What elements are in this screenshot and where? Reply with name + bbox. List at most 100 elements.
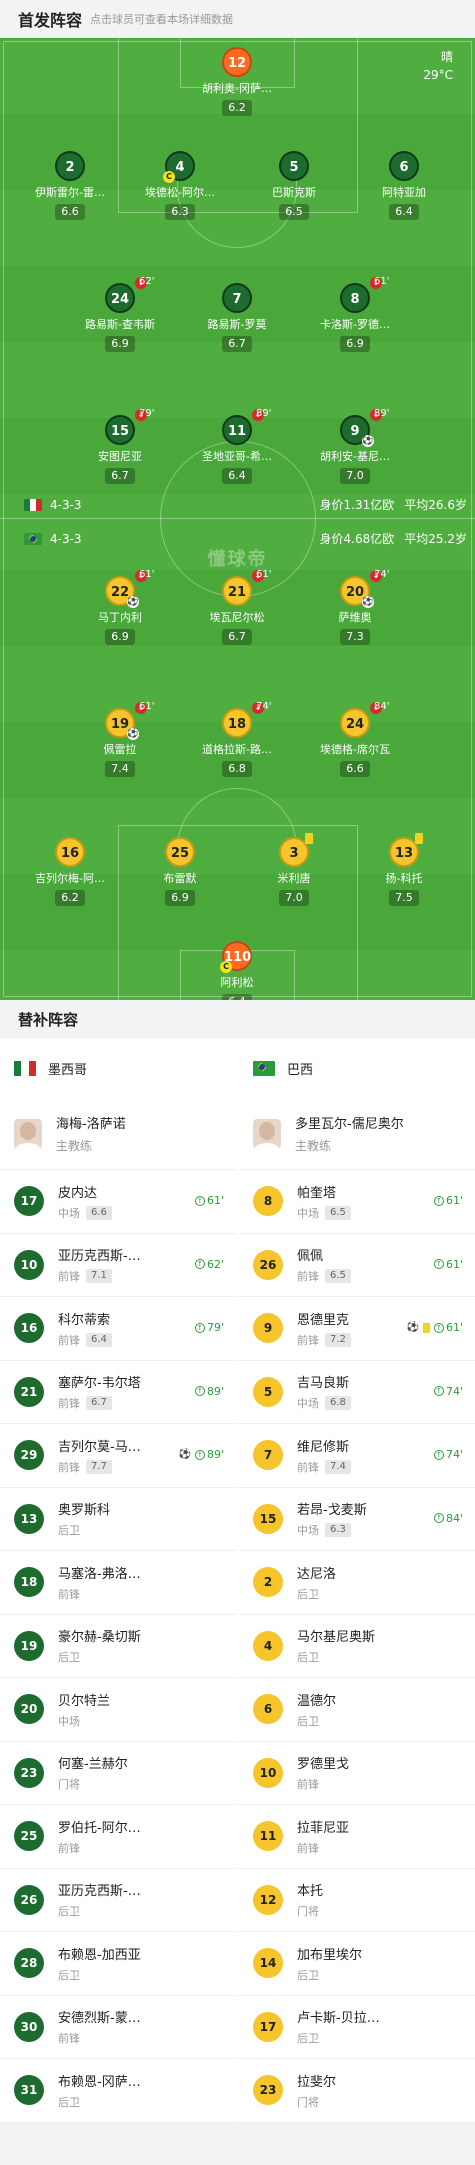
bench-player-number: 26 — [14, 1884, 44, 1915]
bench-player-31[interactable]: 31 布赖恩-冈萨… 后卫 — [0, 2059, 236, 2123]
bench-player-10[interactable]: 10 罗德里戈 前锋 — [239, 1742, 475, 1805]
bench-player-20[interactable]: 20 贝尔特兰 中场 — [0, 1678, 236, 1742]
bench-player-name: 贝尔特兰 — [58, 1693, 111, 1709]
player-11[interactable]: 11 ↓ 89' 圣地亚哥-希… 6.4 — [177, 408, 297, 484]
player-rating: 6.8 — [222, 761, 252, 777]
bench-player-23[interactable]: 23 拉斐尔 门将 — [239, 2059, 475, 2123]
player-13[interactable]: 13 扬-科托 7.5 — [344, 833, 464, 906]
bench-player-16[interactable]: 16 科尔蒂索 前锋 6.4 ↑ 79' — [0, 1297, 236, 1361]
bench-player-10[interactable]: 10 亚历克西斯-… 前锋 7.1 ↑ 62' — [0, 1234, 236, 1297]
substitution-in-icon: ↑ — [194, 1386, 205, 1396]
bench-player-rating: 6.6 — [86, 1205, 112, 1220]
bench-player-23[interactable]: 23 何塞-兰赫尔 门将 — [0, 1742, 236, 1805]
player-9[interactable]: 9 ↓ 89' ⚽ 胡利安-基尼… 7.0 — [295, 408, 415, 484]
bench-player-number: 5 — [253, 1376, 283, 1407]
player-18[interactable]: 18 ↓ 74' 道格拉斯-路… 6.8 — [177, 701, 297, 777]
player-2[interactable]: 2 伊斯雷尔-雷… 6.6 — [10, 151, 130, 220]
substitution-in-icon: ↑ — [433, 1259, 444, 1269]
player-8[interactable]: 8 ↓ 61' 卡洛斯-罗德… 6.9 — [295, 276, 415, 352]
bench-player-30[interactable]: 30 安德烈斯-蒙… 前锋 — [0, 1996, 236, 2059]
bench-player-26[interactable]: 26 佩佩 前锋 6.5 ↑ 61' — [239, 1234, 475, 1297]
player-6[interactable]: 6 阿特亚加 6.4 — [344, 151, 464, 220]
bench-player-12[interactable]: 12 本托 门将 — [239, 1869, 475, 1932]
player-16[interactable]: 16 吉列尔梅-阿… 6.2 — [10, 837, 130, 906]
bench-player-11[interactable]: 11 拉菲尼亚 前锋 — [239, 1805, 475, 1869]
bench-player-19[interactable]: 19 豪尔赫-桑切斯 后卫 — [0, 1615, 236, 1678]
bench-player-18[interactable]: 18 马塞洛-弗洛… 前锋 — [0, 1551, 236, 1615]
player-number: 20 ↓ 74' ⚽ — [340, 569, 389, 608]
player-22[interactable]: 22 ↓ 61' ⚽ 马丁内利 6.9 — [60, 569, 180, 645]
bench-player-26[interactable]: 26 亚历克西斯-… 后卫 — [0, 1869, 236, 1932]
player-3[interactable]: 3 米利唐 7.0 — [234, 833, 354, 906]
bench-header: 替补阵容 — [0, 1000, 475, 1038]
bench: 墨西哥 海梅-洛萨诺 主教练 17 皮内达 中场 6.6 ↑ 61' 10 亚历克西斯-… 前锋… — [0, 1038, 475, 2123]
sub-in-minute: 74' — [445, 1448, 463, 1461]
player-name: 巴斯克斯 — [272, 186, 316, 199]
bench-player-4[interactable]: 4 马尔基尼奥斯 后卫 — [239, 1615, 475, 1678]
player-number: 6 — [389, 151, 419, 181]
player-rating: 6.2 — [222, 100, 252, 116]
bench-player-14[interactable]: 14 加布里埃尔 后卫 — [239, 1932, 475, 1996]
bench-player-position: 后卫 — [297, 1968, 319, 1982]
substitution-in-icon: ↑ — [194, 1449, 205, 1460]
player-7[interactable]: 7 路易斯-罗莫 6.7 — [177, 283, 297, 352]
bench-player-17[interactable]: 17 皮内达 中场 6.6 ↑ 61' — [0, 1170, 236, 1234]
bench-player-name: 亚历克西斯-… — [58, 1884, 141, 1900]
player-20[interactable]: 20 ↓ 74' ⚽ 萨维奥 7.3 — [295, 569, 415, 645]
player-24[interactable]: 24 ↓ 62' 路易斯-查韦斯 6.9 — [60, 276, 180, 352]
bench-mexico: 墨西哥 海梅-洛萨诺 主教练 17 皮内达 中场 6.6 ↑ 61' 10 亚历克西斯-… 前锋… — [0, 1038, 236, 2123]
player-12[interactable]: 12 胡利奥-冈萨… 6.2 — [177, 47, 297, 116]
bench-player-13[interactable]: 13 奥罗斯科 后卫 — [0, 1488, 236, 1551]
bench-player-number: 28 — [14, 1948, 44, 1979]
bench-player-name: 科尔蒂索 — [58, 1312, 111, 1328]
sub-in-minute: 89' — [206, 1384, 224, 1398]
bench-player-name: 马塞洛-弗洛… — [58, 1566, 141, 1582]
section-title: 首发阵容 — [18, 11, 83, 30]
bench-player-8[interactable]: 8 帕奎塔 中场 6.5 ↑ 61' — [239, 1170, 475, 1234]
bench-player-29[interactable]: 29 吉列尔莫-马… 前锋 7.7 ⚽ ↑ 89' — [0, 1424, 236, 1488]
bench-player-7[interactable]: 7 维尼修斯 前锋 7.4 ↑ 74' — [239, 1424, 475, 1488]
player-110[interactable]: 110C 阿利松 6.4 — [177, 941, 297, 1000]
sub-in-minute: 84' — [445, 1511, 463, 1525]
coach-mexico[interactable]: 海梅-洛萨诺 主教练 — [0, 1098, 236, 1170]
bench-player-5[interactable]: 5 吉马良斯 中场 6.8 ↑ 74' — [239, 1361, 475, 1424]
bench-player-21[interactable]: 21 塞萨尔-韦尔塔 前锋 6.7 ↑ 89' — [0, 1361, 236, 1424]
player-15[interactable]: 15 ↓ 79' 安图尼亚 6.7 — [60, 408, 180, 484]
player-number: 8 ↓ 61' — [340, 276, 389, 313]
bench-player-name: 佩佩 — [297, 1249, 324, 1265]
player-21[interactable]: 21 ↓ 61' 埃瓦尼尔松 6.7 — [177, 569, 297, 645]
player-rating: 6.9 — [105, 336, 135, 352]
mexico-info: 4-3-3 身价1.31亿欧 平均26.6岁 — [24, 496, 467, 513]
player-5[interactable]: 5 巴斯克斯 6.5 — [234, 151, 354, 220]
substitution-in-icon: ↑ — [433, 1195, 444, 1206]
bench-player-6[interactable]: 6 温德尔 后卫 — [239, 1678, 475, 1742]
bench-player-15[interactable]: 15 若昂-戈麦斯 中场 6.3 ↑ 84' — [239, 1488, 475, 1551]
player-number: 18 ↓ 74' — [222, 701, 271, 738]
sub-in-minute: 61' — [445, 1321, 463, 1334]
player-number: 2 — [55, 151, 85, 181]
player-name: 道格拉斯-路… — [202, 743, 272, 756]
player-25[interactable]: 25 布雷默 6.9 — [120, 837, 240, 906]
bench-player-name: 罗伯托-阿尔… — [58, 1820, 141, 1836]
player-4[interactable]: 4 C 埃德松-阿尔… 6.3 — [120, 151, 240, 220]
player-rating: 6.3 — [165, 204, 195, 220]
sub-in-info: ↑ 61' — [194, 1194, 224, 1207]
bench-player-9[interactable]: 9 恩德里克 前锋 7.2 ⚽ ↑ 61' — [239, 1297, 475, 1361]
bench-player-position: 前锋 — [297, 1270, 319, 1284]
player-19[interactable]: 19 ↓ 61' ⚽ 佩雷拉 7.4 — [60, 701, 180, 777]
bench-player-position: 后卫 — [58, 2095, 80, 2109]
player-rating: 6.7 — [105, 468, 135, 484]
bench-player-25[interactable]: 25 罗伯托-阿尔… 前锋 — [0, 1805, 236, 1869]
bench-player-rating: 6.4 — [86, 1332, 112, 1347]
player-24[interactable]: 24 ↓ 84' 埃德格-席尔瓦 6.6 — [295, 701, 415, 777]
bench-player-28[interactable]: 28 布赖恩-加西亚 后卫 — [0, 1932, 236, 1996]
bench-player-2[interactable]: 2 达尼洛 后卫 — [239, 1551, 475, 1615]
bench-player-position: 前锋 — [297, 1841, 319, 1855]
brazil-flag-icon — [253, 1060, 275, 1076]
sub-minute: 61' — [374, 276, 390, 287]
bench-team-brazil: 巴西 — [239, 1038, 475, 1098]
bench-player-name: 安德烈斯-蒙… — [58, 2011, 141, 2027]
sub-minute: 89' — [374, 408, 390, 419]
coach-brazil[interactable]: 多里瓦尔-儒尼奥尔 主教练 — [239, 1098, 475, 1170]
bench-player-17[interactable]: 17 卢卡斯-贝拉… 后卫 — [239, 1996, 475, 2059]
